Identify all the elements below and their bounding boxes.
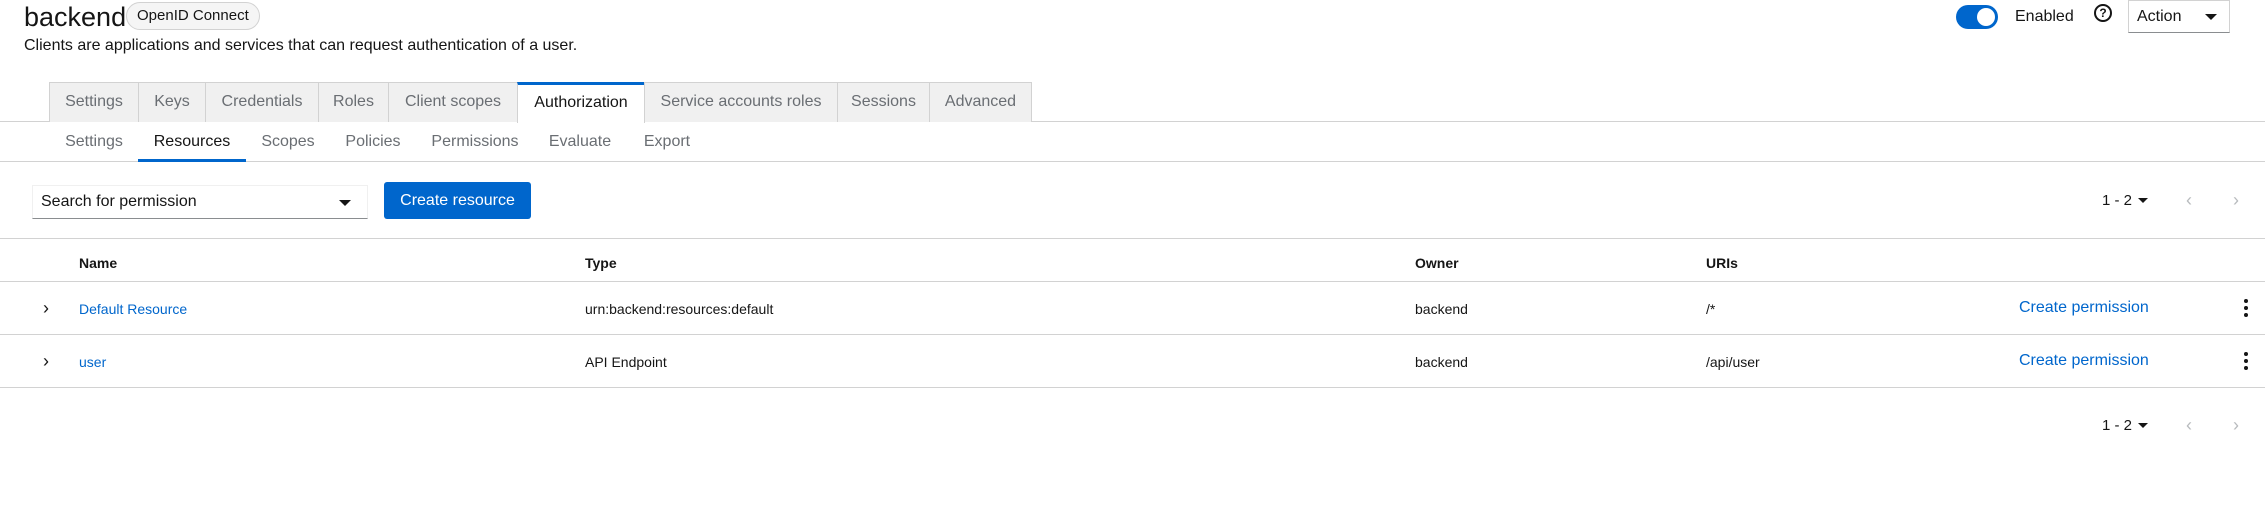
- caret-down-icon: [2138, 423, 2148, 428]
- pagination-toggle[interactable]: 1 - 2: [2102, 191, 2132, 211]
- subtab-permissions[interactable]: Permissions: [419, 130, 531, 162]
- create-resource-button[interactable]: Create resource: [384, 182, 531, 219]
- column-header-type: Type: [585, 255, 617, 271]
- search-type-dropdown[interactable]: Search for permission: [32, 185, 368, 219]
- tab-settings[interactable]: Settings: [49, 82, 139, 122]
- resource-owner: backend: [1415, 354, 1468, 370]
- footer-pagination-toggle[interactable]: 1 - 2: [2102, 416, 2132, 436]
- subtab-scopes[interactable]: Scopes: [245, 130, 331, 162]
- page-title: backend: [24, 2, 127, 32]
- column-header-owner: Owner: [1415, 255, 1459, 271]
- table-top-border: [0, 238, 2265, 239]
- tab-client-scopes[interactable]: Client scopes: [388, 82, 518, 122]
- caret-down-icon: [2138, 198, 2148, 203]
- subtab-policies[interactable]: Policies: [330, 130, 416, 162]
- resource-name-link[interactable]: user: [79, 352, 106, 372]
- tab-roles[interactable]: Roles: [318, 82, 389, 122]
- protocol-badge: OpenID Connect: [126, 2, 260, 30]
- subtab-resources[interactable]: Resources: [138, 130, 246, 162]
- tab-service-accounts-roles[interactable]: Service accounts roles: [644, 82, 838, 122]
- previous-page-icon[interactable]: ‹: [2186, 190, 2192, 210]
- action-label: Action: [2137, 8, 2182, 25]
- enabled-label: Enabled: [2015, 8, 2074, 25]
- resource-type: API Endpoint: [585, 354, 667, 370]
- previous-page-icon[interactable]: ‹: [2186, 415, 2192, 435]
- tab-advanced[interactable]: Advanced: [929, 82, 1032, 122]
- tab-keys[interactable]: Keys: [138, 82, 206, 122]
- resource-owner: backend: [1415, 301, 1468, 317]
- header-divider: [0, 281, 2265, 282]
- help-icon[interactable]: ?: [2094, 4, 2112, 22]
- subtab-settings[interactable]: Settings: [49, 130, 139, 162]
- create-permission-link[interactable]: Create permission: [2019, 298, 2149, 318]
- subtab-export[interactable]: Export: [627, 130, 707, 162]
- kebab-menu-icon[interactable]: [2244, 299, 2250, 320]
- column-header-name: Name: [79, 255, 118, 271]
- search-label: Search for permission: [41, 193, 197, 210]
- tab-sessions[interactable]: Sessions: [837, 82, 930, 122]
- caret-down-icon: [339, 200, 351, 206]
- next-page-icon[interactable]: ›: [2233, 415, 2239, 435]
- next-page-icon[interactable]: ›: [2233, 190, 2239, 210]
- tab-credentials[interactable]: Credentials: [205, 82, 319, 122]
- resource-uris: /*: [1706, 301, 1716, 317]
- enabled-toggle[interactable]: [1956, 5, 1998, 29]
- subtab-evaluate[interactable]: Evaluate: [535, 130, 625, 162]
- kebab-menu-icon[interactable]: [2244, 352, 2250, 373]
- resource-type: urn:backend:resources:default: [585, 301, 774, 317]
- resource-uris: /api/user: [1706, 354, 1760, 370]
- resource-name-link[interactable]: Default Resource: [79, 299, 187, 319]
- action-dropdown[interactable]: Action: [2128, 0, 2230, 33]
- expand-row-icon[interactable]: ›: [43, 351, 49, 371]
- toggle-knob: [1977, 8, 1995, 26]
- row-divider: [0, 334, 2265, 335]
- caret-down-icon: [2205, 14, 2217, 20]
- expand-row-icon[interactable]: ›: [43, 298, 49, 318]
- tab-authorization[interactable]: Authorization: [517, 82, 645, 123]
- row-divider: [0, 387, 2265, 388]
- column-header-uris: URIs: [1706, 255, 1738, 271]
- create-permission-link[interactable]: Create permission: [2019, 351, 2149, 371]
- page-description: Clients are applications and services th…: [24, 37, 578, 54]
